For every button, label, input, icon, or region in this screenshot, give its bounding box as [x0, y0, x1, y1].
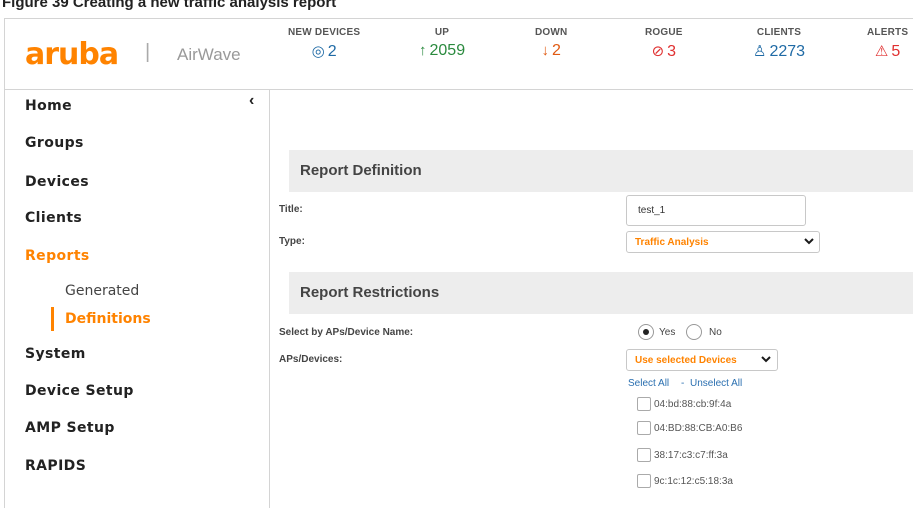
figure-caption-text: Figure 39 Creating a new traffic analysi… — [2, 0, 337, 11]
logo-separator: | — [145, 41, 151, 63]
devices-select[interactable]: Use selected Devices — [626, 349, 778, 371]
stat-label: ALERTS — [867, 27, 909, 38]
sidebar-item-system[interactable]: System — [25, 346, 86, 362]
stat-label: NEW DEVICES — [288, 27, 361, 38]
sidebar-item-clients[interactable]: Clients — [25, 210, 82, 226]
sidebar-item-device-setup[interactable]: Device Setup — [25, 383, 134, 399]
collapse-sidebar-icon[interactable]: ‹ — [249, 92, 254, 110]
arrow-down-icon: ↓ — [541, 42, 550, 59]
devices-select-value: Use selected Devices — [635, 355, 737, 366]
radio-yes-label: Yes — [659, 327, 676, 338]
alert-icon: ⚠ — [874, 43, 889, 60]
aruba-logo[interactable]: aruba — [25, 37, 119, 72]
sidebar-item-rapids[interactable]: RAPIDS — [25, 458, 86, 474]
radio-no[interactable] — [686, 324, 702, 340]
chevron-down-icon — [804, 238, 814, 245]
device-checkbox[interactable] — [637, 448, 651, 462]
stat-label: CLIENTS — [756, 27, 802, 38]
stat-value: 2059 — [429, 42, 466, 59]
device-checkbox[interactable] — [637, 421, 651, 435]
unselect-all-link[interactable]: Unselect All — [690, 378, 742, 389]
sidebar-item-groups[interactable]: Groups — [25, 135, 84, 151]
device-checkbox[interactable] — [637, 397, 651, 411]
device-checkbox[interactable] — [637, 474, 651, 488]
stat-value: 5 — [891, 43, 901, 60]
stat-rogue[interactable]: ROGUE ⊘ 3 — [645, 27, 683, 61]
device-name: 04:bd:88:cb:9f:4a — [654, 399, 732, 410]
stat-new-devices[interactable]: NEW DEVICES ◎ 2 — [288, 27, 360, 61]
report-definition-header: Report Definition — [289, 150, 913, 192]
title-input[interactable] — [626, 195, 806, 226]
stat-up[interactable]: UP ↑ 2059 — [419, 27, 465, 60]
active-indicator — [51, 307, 54, 331]
figure-caption: Figure 39 Creating a new traffic analysi… — [0, 0, 913, 14]
sidebar-item-reports[interactable]: Reports — [25, 248, 90, 264]
new-devices-icon: ◎ — [311, 43, 325, 60]
stat-value: 2273 — [769, 43, 806, 60]
device-name: 9c:1c:12:c5:18:3a — [654, 476, 733, 487]
stat-label: UP — [434, 27, 450, 38]
device-name: 04:BD:88:CB:A0:B6 — [654, 423, 743, 434]
stat-value: 2 — [552, 42, 561, 59]
title-label: Title: — [279, 204, 303, 215]
link-separator: - — [681, 378, 685, 389]
devices-label: APs/Devices: — [279, 354, 343, 365]
sidebar-subitem-definitions[interactable]: Definitions — [65, 311, 151, 327]
sidebar-item-home[interactable]: Home — [25, 98, 72, 114]
stat-down[interactable]: DOWN ↓ 2 — [535, 27, 567, 60]
stat-value: 3 — [667, 43, 677, 60]
stat-clients[interactable]: CLIENTS ♙ 2273 — [753, 27, 805, 61]
report-restrictions-header: Report Restrictions — [289, 272, 913, 314]
clients-icon: ♙ — [753, 43, 767, 60]
section-title: Report Restrictions — [300, 284, 440, 301]
select-all-link[interactable]: Select All — [628, 378, 669, 389]
sidebar-item-amp-setup[interactable]: AMP Setup — [25, 420, 115, 436]
stat-label: ROGUE — [645, 27, 683, 38]
sidebar-subitem-generated[interactable]: Generated — [65, 283, 139, 299]
sidebar-item-devices[interactable]: Devices — [25, 174, 89, 190]
type-select[interactable]: Traffic Analysis — [626, 231, 820, 253]
stat-label: DOWN — [535, 27, 568, 38]
select-by-label: Select by APs/Device Name: — [279, 327, 414, 338]
chevron-down-icon — [761, 356, 771, 363]
section-title: Report Definition — [300, 162, 422, 179]
rogue-icon: ⊘ — [651, 43, 665, 60]
radio-no-label: No — [709, 327, 722, 338]
top-header: aruba | AirWave NEW DEVICES ◎ 2 UP ↑ 2059 … — [4, 18, 913, 90]
stat-value: 2 — [327, 43, 337, 60]
radio-selected-dot — [643, 329, 649, 335]
radio-yes[interactable] — [638, 324, 654, 340]
type-select-value: Traffic Analysis — [635, 237, 709, 248]
sidebar: ‹ Home Groups Devices Clients Reports Ge… — [4, 90, 270, 508]
type-label: Type: — [279, 236, 305, 247]
arrow-up-icon: ↑ — [419, 42, 427, 59]
device-name: 38:17:c3:c7:ff:3a — [654, 450, 728, 461]
stat-alerts[interactable]: ALERTS ⚠ 5 — [867, 27, 908, 61]
product-name: AirWave — [177, 45, 241, 64]
main-content: Report Definition Title: Type: Traffic A… — [271, 90, 913, 508]
